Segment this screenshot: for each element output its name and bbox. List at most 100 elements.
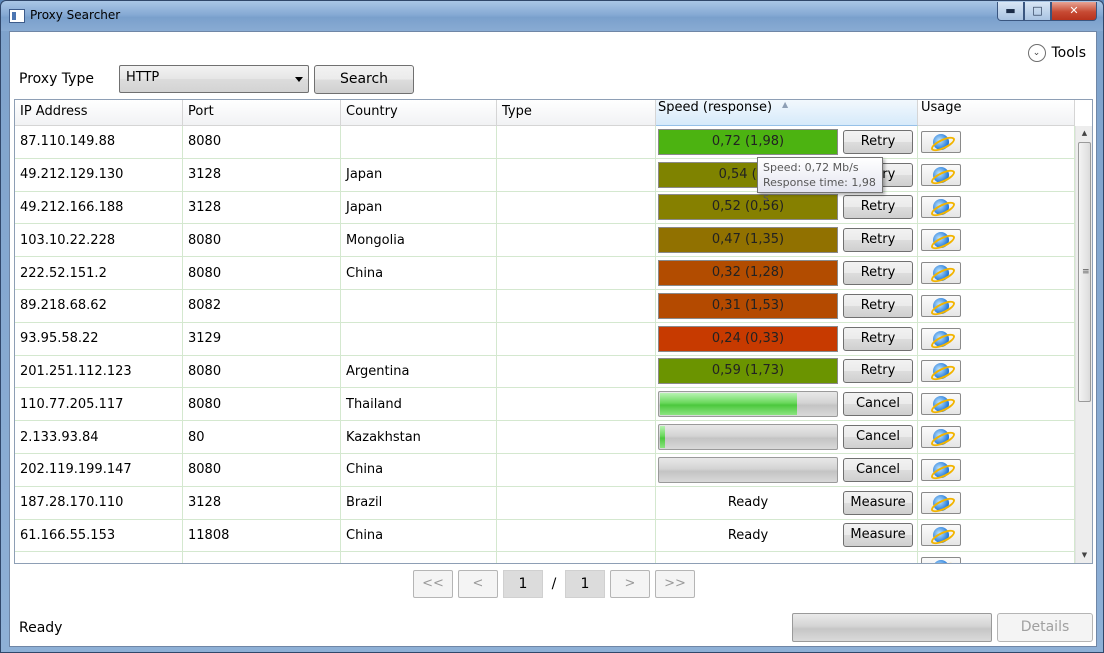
internet-explorer-icon xyxy=(933,494,949,511)
usage-cell xyxy=(918,257,1075,289)
country-cell: Mongolia xyxy=(341,224,497,257)
country-cell: Argentina xyxy=(341,355,497,388)
current-page-field[interactable]: 1 xyxy=(503,570,543,598)
next-page-button[interactable]: > xyxy=(610,570,650,598)
maximize-button[interactable]: □ xyxy=(1024,2,1051,21)
usage-cell xyxy=(918,552,1075,563)
table-row[interactable]: 103.10.22.228 8080 Mongolia 0,47 (1,35) Retr… xyxy=(15,224,1075,258)
retry-button[interactable]: Retry xyxy=(843,359,913,384)
open-in-browser-button[interactable] xyxy=(921,426,961,449)
table-row[interactable]: 61.166.55.153 11808 China Ready Measure xyxy=(15,519,1075,553)
internet-explorer-icon xyxy=(933,527,949,544)
column-header-ip[interactable]: IP Address xyxy=(15,100,183,126)
retry-button[interactable]: Retry xyxy=(843,129,913,154)
vertical-scrollbar[interactable]: ▲ ≡ ▼ xyxy=(1075,126,1092,563)
open-in-browser-button[interactable] xyxy=(921,524,961,547)
open-in-browser-button[interactable] xyxy=(921,229,961,252)
table-row[interactable]: 222.52.151.2 8080 China 0,32 (1,28) Retry xyxy=(15,257,1075,290)
type-cell xyxy=(497,421,656,453)
internet-explorer-icon xyxy=(933,199,949,216)
table-row[interactable]: 87.110.149.88 8080 0,72 (1,98) Retry xyxy=(15,126,1075,159)
table-row[interactable]: 187.28.170.110 3128 Brazil Ready Measure xyxy=(15,486,1075,520)
speed-result: 0,24 (0,33) xyxy=(658,325,838,352)
type-cell xyxy=(497,453,656,486)
retry-button[interactable]: Retry xyxy=(843,293,913,318)
last-page-button[interactable]: >> xyxy=(655,570,695,598)
cancel-button[interactable]: Cancel xyxy=(843,425,913,450)
type-cell xyxy=(497,552,656,563)
table-row[interactable]: 49.212.166.188 3128 Japan 0,52 (0,56) Retry xyxy=(15,191,1075,225)
tools-menu[interactable]: ⌄ Tools xyxy=(1027,44,1086,62)
title-bar[interactable]: Proxy Searcher ▬ □ ✕ xyxy=(1,1,1103,31)
port-cell: 80 xyxy=(183,421,341,453)
table-row[interactable]: 93.95.58.22 3129 0,24 (0,33) Retry xyxy=(15,322,1075,356)
open-in-browser-button[interactable] xyxy=(921,163,961,186)
table-row[interactable]: 2.133.93.84 80 Kazakhstan Cancel xyxy=(15,421,1075,454)
close-button[interactable]: ✕ xyxy=(1051,2,1097,21)
table-row[interactable]: 201.251.112.123 8080 Argentina 0,59 (1,73) R… xyxy=(15,355,1075,389)
column-header-type[interactable]: Type xyxy=(497,100,656,126)
port-cell: 8080 xyxy=(183,257,341,289)
open-in-browser-button[interactable] xyxy=(921,294,961,317)
table-row[interactable] xyxy=(15,552,1075,563)
open-in-browser-button[interactable] xyxy=(921,360,961,383)
table-row[interactable]: 202.119.199.147 8080 China Cancel xyxy=(15,453,1075,487)
scroll-thumb[interactable]: ≡ xyxy=(1078,142,1091,402)
column-header-speed[interactable]: Speed (response) ▲ xyxy=(656,100,918,126)
open-in-browser-button[interactable] xyxy=(921,196,961,219)
proxy-type-value: HTTP xyxy=(126,70,160,85)
scroll-down-icon[interactable]: ▼ xyxy=(1076,548,1092,563)
window-title: Proxy Searcher xyxy=(30,8,121,22)
open-in-browser-button[interactable] xyxy=(921,327,961,350)
speed-result: 0,59 (1,73) xyxy=(658,358,838,385)
previous-page-button[interactable]: < xyxy=(458,570,498,598)
speed-cell: 0,24 (0,33) Retry xyxy=(656,322,918,355)
retry-button[interactable]: Retry xyxy=(843,326,913,351)
open-in-browser-button[interactable] xyxy=(921,130,961,153)
minimize-button[interactable]: ▬ xyxy=(997,2,1024,21)
usage-cell xyxy=(918,421,1075,453)
first-page-button[interactable]: << xyxy=(413,570,453,598)
internet-explorer-icon xyxy=(933,461,949,478)
port-cell: 8080 xyxy=(183,126,341,158)
open-in-browser-button[interactable] xyxy=(921,491,961,514)
measure-button[interactable]: Measure xyxy=(843,523,913,548)
cancel-button[interactable]: Cancel xyxy=(843,457,913,482)
speed-cell: 0,47 (1,35) Retry xyxy=(656,224,918,257)
measure-button[interactable]: Measure xyxy=(843,490,913,515)
table-row[interactable]: 89.218.68.62 8082 0,31 (1,53) Retry xyxy=(15,289,1075,323)
search-button[interactable]: Search xyxy=(314,65,414,94)
open-in-browser-button[interactable] xyxy=(921,458,961,481)
retry-button[interactable]: Retry xyxy=(843,228,913,253)
speed-cell: Cancel xyxy=(656,388,918,421)
usage-cell xyxy=(918,486,1075,519)
country-cell xyxy=(341,289,497,322)
open-in-browser-button[interactable] xyxy=(921,557,961,563)
usage-cell xyxy=(918,126,1075,158)
ip-cell: 110.77.205.117 xyxy=(15,388,183,421)
details-button[interactable]: Details xyxy=(997,613,1093,642)
speed-cell xyxy=(656,552,918,563)
column-header-port[interactable]: Port xyxy=(183,100,341,126)
table-row[interactable]: 49.212.129.1303128Japan0,54 (0,9Retry xyxy=(15,158,1075,192)
retry-button[interactable]: Retry xyxy=(843,261,913,286)
chevron-down-icon: ⌄ xyxy=(1027,44,1046,62)
progress-fill xyxy=(660,393,798,416)
usage-cell xyxy=(918,388,1075,421)
column-header-usage[interactable]: Usage xyxy=(918,100,1075,126)
country-cell: China xyxy=(341,519,497,552)
ready-status: Ready xyxy=(727,527,769,543)
cancel-button[interactable]: Cancel xyxy=(843,392,913,417)
column-header-country[interactable]: Country xyxy=(341,100,497,126)
total-pages: 1 xyxy=(565,570,605,598)
internet-explorer-icon xyxy=(933,560,949,563)
table-row[interactable]: 110.77.205.117 8080 Thailand Cancel xyxy=(15,388,1075,422)
port-cell: 8080 xyxy=(183,388,341,421)
open-in-browser-button[interactable] xyxy=(921,393,961,416)
scroll-up-icon[interactable]: ▲ xyxy=(1076,126,1092,141)
measure-progress-bar xyxy=(658,424,838,451)
ip-cell: 61.166.55.153 xyxy=(15,519,183,552)
open-in-browser-button[interactable] xyxy=(921,262,961,285)
proxy-type-label: Proxy Type xyxy=(19,71,94,87)
proxy-type-select[interactable]: HTTP xyxy=(119,65,309,93)
